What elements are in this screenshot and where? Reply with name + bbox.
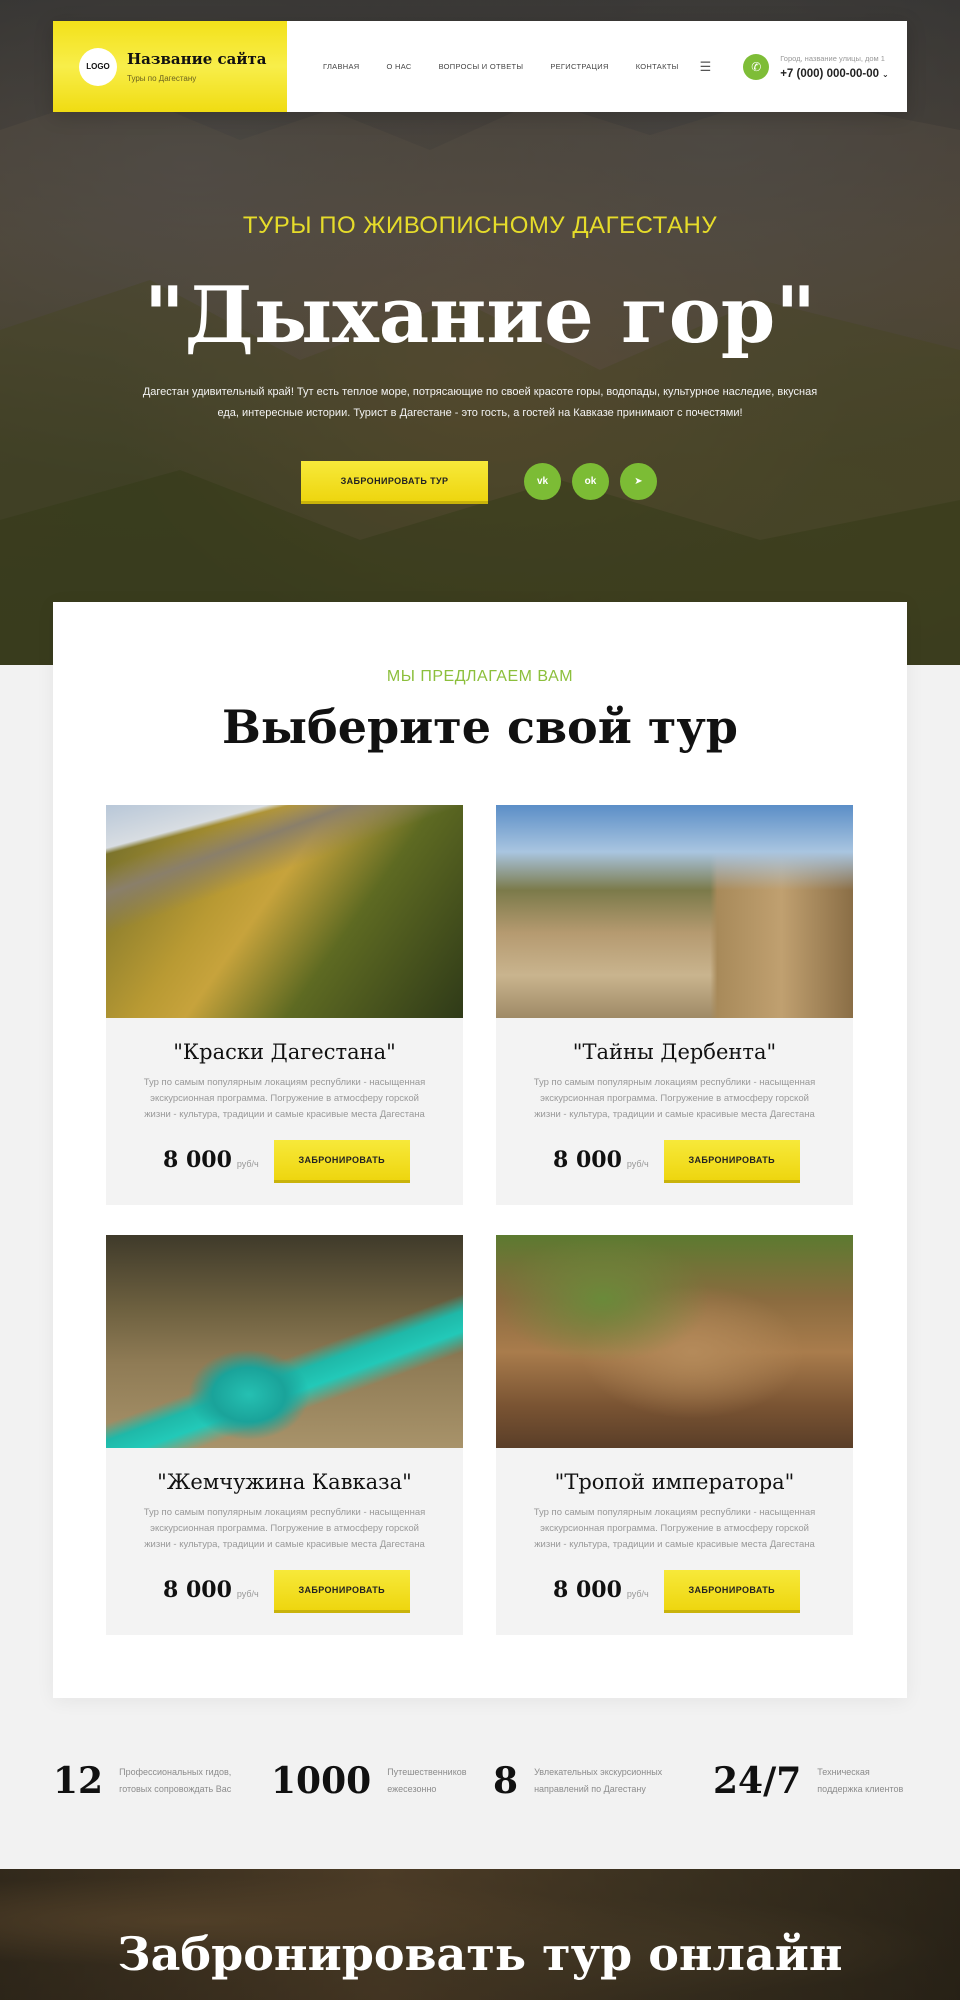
tour-image[interactable]: [496, 1235, 853, 1448]
book-tour-button[interactable]: ЗАБРОНИРОВАТЬ ТУР: [301, 461, 488, 501]
tour-card[interactable]: "Тропой императора" Тур по самым популяр…: [496, 1235, 853, 1635]
hero-section: LOGO Название сайта Туры по Дагестану ГЛ…: [0, 0, 960, 665]
book-button[interactable]: ЗАБРОНИРОВАТЬ: [273, 1140, 410, 1180]
tour-description: Тур по самым популярным локациям республ…: [533, 1077, 816, 1120]
nav-contacts[interactable]: КОНТАКТЫ: [636, 62, 679, 71]
nav-faq[interactable]: ВОПРОСЫ И ОТВЕТЫ: [439, 62, 524, 71]
tour-description: Тур по самым популярным локациям республ…: [143, 1077, 426, 1120]
tour-price: 8 000: [163, 1577, 232, 1603]
tour-image[interactable]: [496, 805, 853, 1018]
brand-block[interactable]: LOGO Название сайта Туры по Дагестану: [53, 21, 287, 112]
price-unit: руб/ч: [626, 1588, 649, 1599]
stats-section: 12 Профессиональных гидов, готовых сопро…: [53, 1760, 923, 1810]
booking-banner: Забронировать тур онлайн: [0, 1869, 960, 2000]
stat-number: 8: [493, 1760, 519, 1802]
hero-kicker: ТУРЫ ПО ЖИВОПИСНОМУ ДАГЕСТАНУ: [242, 212, 718, 239]
telegram-icon[interactable]: ➤: [620, 463, 657, 500]
tour-title[interactable]: "Жемчужина Кавказа": [106, 1470, 463, 1494]
chevron-down-icon[interactable]: ⌄: [882, 70, 889, 79]
tour-price: 8 000: [553, 1577, 622, 1603]
price-unit: руб/ч: [236, 1588, 259, 1599]
tour-title[interactable]: "Тайны Дербента": [496, 1040, 853, 1064]
header-address: Город, название улицы, дом 1: [780, 53, 885, 63]
hero-title: "Дыхание гор": [144, 270, 816, 361]
social-links: vk ok ➤: [524, 463, 657, 500]
stat-label: Увлекательных экскурсионных направлений …: [534, 1767, 663, 1794]
hero-description: Дагестан удивительный край! Тут есть теп…: [142, 386, 818, 419]
tour-card[interactable]: "Тайны Дербента" Тур по самым популярным…: [496, 805, 853, 1205]
nav-registration[interactable]: РЕГИСТРАЦИЯ: [550, 62, 608, 71]
phone-icon[interactable]: ✆: [743, 53, 770, 80]
stat-number: 24/7: [713, 1760, 802, 1802]
header-phone[interactable]: +7 (000) 000-00-00 ⌄: [780, 68, 888, 80]
tour-title[interactable]: "Краски Дагестана": [106, 1040, 463, 1064]
tours-title: Выберите свой тур: [222, 700, 738, 754]
stat-item: 12 Профессиональных гидов, готовых сопро…: [53, 1760, 239, 1802]
odnoklassniki-icon[interactable]: ok: [572, 463, 609, 500]
book-button[interactable]: ЗАБРОНИРОВАТЬ: [273, 1570, 410, 1610]
stat-item: 1000 Путешественников ежесезонно: [271, 1760, 477, 1802]
nav-about[interactable]: О НАС: [387, 62, 412, 71]
header-contact: ✆ Город, название улицы, дом 1 +7 (000) …: [743, 21, 889, 112]
price-unit: руб/ч: [236, 1158, 259, 1169]
tour-image[interactable]: [106, 1235, 463, 1448]
stat-item: 24/7 Техническая поддержка клиентов: [713, 1760, 917, 1802]
nav-home[interactable]: ГЛАВНАЯ: [323, 62, 360, 71]
tour-price: 8 000: [163, 1147, 232, 1173]
stat-label: Путешественников ежесезонно: [387, 1767, 467, 1794]
tour-card[interactable]: "Жемчужина Кавказа" Тур по самым популяр…: [106, 1235, 463, 1635]
banner-title: Забронировать тур онлайн: [117, 1927, 843, 1981]
tour-description: Тур по самым популярным локациям республ…: [533, 1507, 816, 1550]
stat-item: 8 Увлекательных экскурсионных направлени…: [493, 1760, 684, 1802]
main-nav: ГЛАВНАЯ О НАС ВОПРОСЫ И ОТВЕТЫ РЕГИСТРАЦ…: [323, 21, 711, 112]
logo[interactable]: LOGO: [79, 47, 117, 86]
site-name: Название сайта: [127, 50, 267, 68]
stat-number: 12: [53, 1760, 104, 1802]
site-header: LOGO Название сайта Туры по Дагестану ГЛ…: [53, 21, 907, 112]
book-button[interactable]: ЗАБРОНИРОВАТЬ: [663, 1140, 800, 1180]
stat-number: 1000: [271, 1760, 372, 1802]
tour-image[interactable]: [106, 805, 463, 1018]
book-button[interactable]: ЗАБРОНИРОВАТЬ: [663, 1570, 800, 1610]
stat-label: Профессиональных гидов, готовых сопровож…: [119, 1767, 232, 1794]
tours-kicker: МЫ ПРЕДЛАГАЕМ ВАМ: [386, 668, 574, 685]
price-unit: руб/ч: [626, 1158, 649, 1169]
tours-section: МЫ ПРЕДЛАГАЕМ ВАМ Выберите свой тур "Кра…: [53, 602, 907, 1698]
phone-number[interactable]: +7 (000) 000-00-00: [780, 68, 879, 80]
site-tagline: Туры по Дагестану: [127, 74, 197, 83]
tour-card[interactable]: "Краски Дагестана" Тур по самым популярн…: [106, 805, 463, 1205]
vk-icon[interactable]: vk: [524, 463, 561, 500]
tour-title[interactable]: "Тропой императора": [496, 1470, 853, 1494]
stat-label: Техническая поддержка клиентов: [817, 1767, 904, 1794]
menu-icon[interactable]: ☰: [700, 59, 712, 75]
tour-description: Тур по самым популярным локациям республ…: [143, 1507, 426, 1550]
tour-price: 8 000: [553, 1147, 622, 1173]
